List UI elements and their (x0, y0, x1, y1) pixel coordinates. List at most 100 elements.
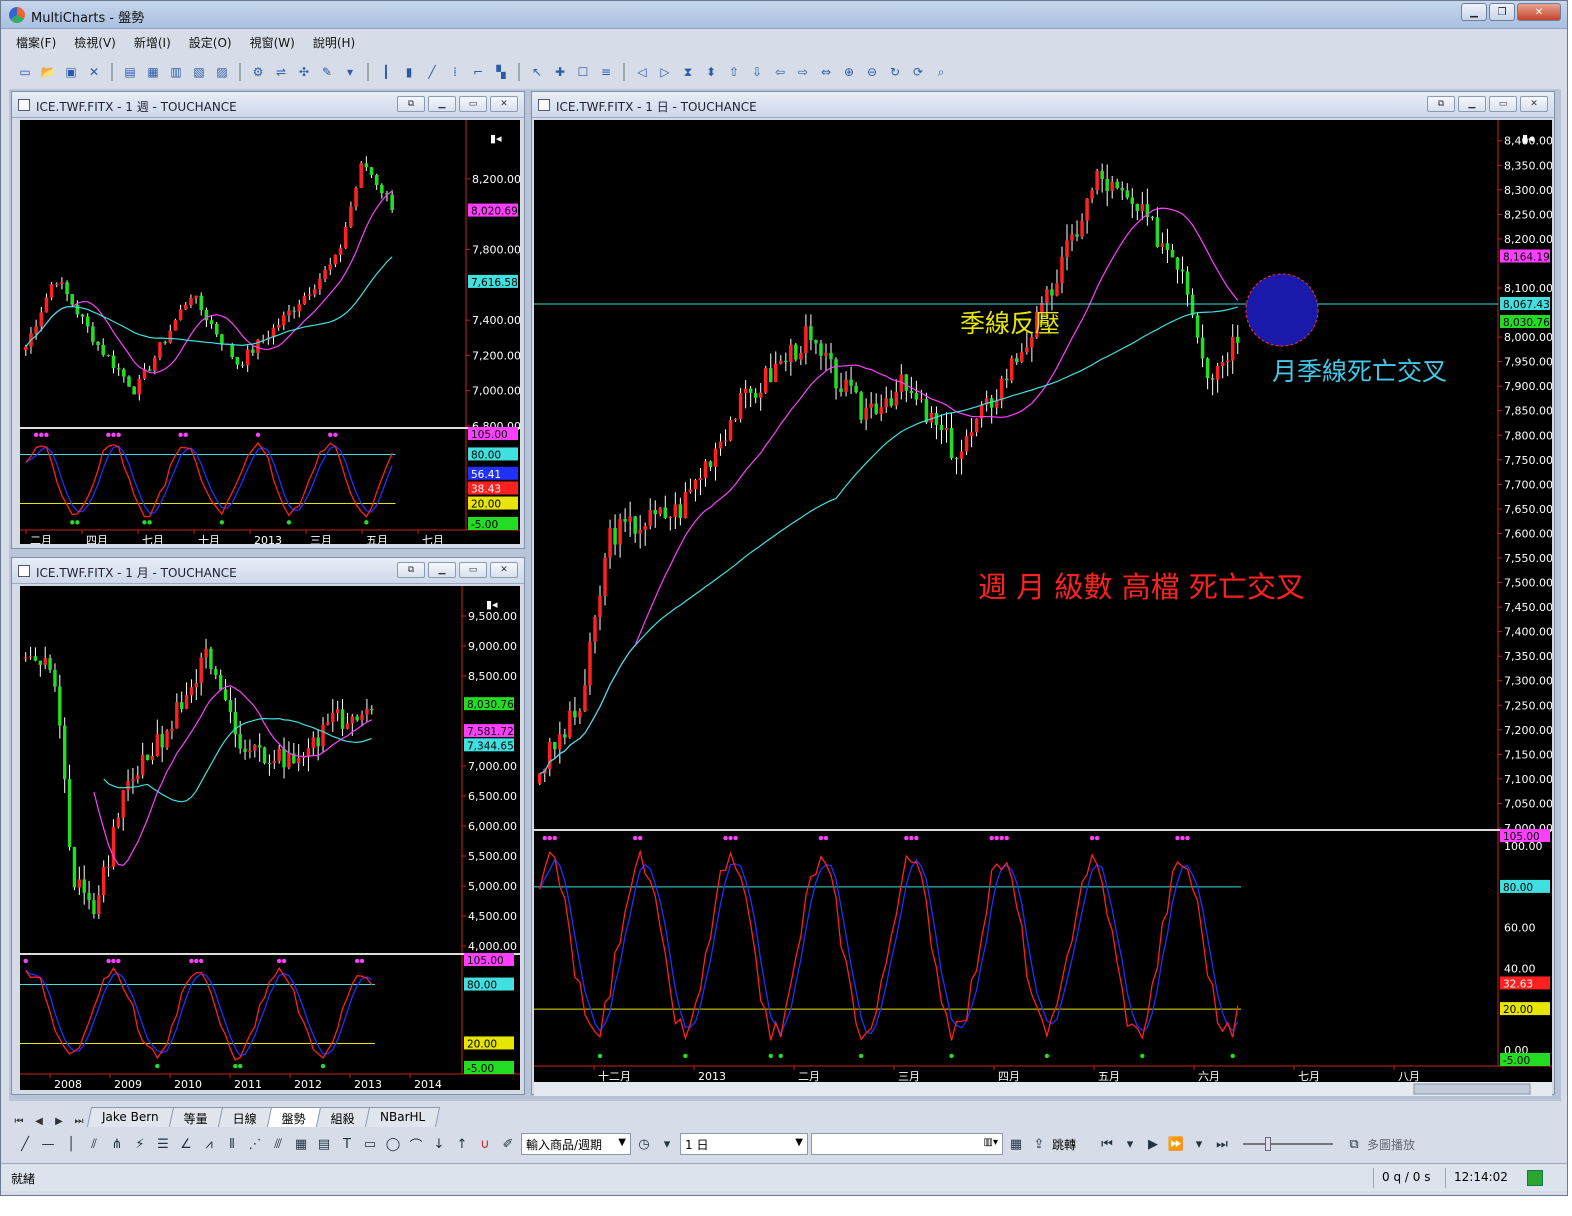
text-tool-icon[interactable]: T (337, 1133, 357, 1155)
table-icon[interactable]: ▤ (314, 1133, 334, 1155)
magnifier-icon[interactable]: ⌕ (931, 62, 951, 82)
fib-timezone-icon[interactable]: ⦀ (222, 1133, 242, 1155)
sheet-tab[interactable]: 組殺 (315, 1107, 370, 1127)
menu-settings[interactable]: 設定(O) (182, 32, 239, 54)
symbol-combo[interactable]: 輸入商品/週期 ▼ (521, 1133, 631, 1155)
menu-insert[interactable]: 新增(I) (127, 32, 178, 54)
interval-select[interactable]: 1 日 ▼ (680, 1133, 808, 1155)
daily-chart-window[interactable]: ICE.TWF.FITX - 1 日 - TOUCHANCE ⧉ ▁ ▭ ✕ 8… (531, 91, 1555, 1096)
regression-icon[interactable]: ⫻ (268, 1133, 288, 1155)
menu-view[interactable]: 檢視(V) (67, 32, 123, 54)
bar-spacing-icon[interactable]: ⇔ (816, 62, 836, 82)
step-forward-icon[interactable]: ⏩ (1166, 1133, 1186, 1155)
play-icon[interactable]: ▶ (1143, 1133, 1163, 1155)
renko-icon[interactable]: ▚ (491, 62, 511, 82)
save-icon[interactable]: ▣ (61, 62, 81, 82)
maximize-button[interactable]: ▭ (459, 96, 487, 112)
line-chart-icon[interactable]: ╱ (422, 62, 442, 82)
speed-lines-icon[interactable]: ⋰ (245, 1133, 265, 1155)
zoom-out-icon[interactable]: ⊖ (862, 62, 882, 82)
strategy-icon[interactable]: ✣ (294, 62, 314, 82)
horizontal-line-icon[interactable]: — (38, 1133, 58, 1155)
maximize-button[interactable]: ▭ (1489, 96, 1517, 112)
sheet-tab[interactable]: 日線 (217, 1107, 272, 1127)
date-input[interactable]: ▥▾ (811, 1133, 1003, 1155)
next-sheet-icon[interactable]: ▶ (49, 1116, 69, 1127)
fib-retracement-icon[interactable]: ☰ (153, 1133, 173, 1155)
slider-thumb[interactable] (1265, 1137, 1272, 1151)
close-button[interactable]: ✕ (490, 562, 518, 578)
up-arrow-icon[interactable]: ⇧ (724, 62, 744, 82)
daily-plot[interactable]: 8,400.00 8,350.00 8,300.00 8,250.00 8,200.00… (534, 120, 1552, 1096)
title-bar[interactable]: MultiCharts - 盤勢 ▁ ❐ ✕ (1, 1, 1567, 29)
order-icon[interactable]: ▧ (189, 62, 209, 82)
open-folder-icon[interactable]: 📂 (38, 62, 58, 82)
rewind-icon[interactable]: ⏮ (1097, 1133, 1117, 1155)
sheet-tab[interactable]: Jake Bern (86, 1107, 174, 1127)
refresh-icon[interactable]: ↻ (885, 62, 905, 82)
sheet-tab[interactable]: NBarHL (364, 1107, 440, 1127)
ellipse-tool-icon[interactable]: ◯ (383, 1133, 403, 1155)
chevron-down-icon[interactable]: ▾ (1120, 1133, 1140, 1155)
scanner-icon[interactable]: ▦ (143, 62, 163, 82)
first-sheet-icon[interactable]: ⏮ (9, 1116, 29, 1127)
monthly-plot[interactable]: 9,500.00 9,000.00 8,500.00 7,000.00 6,500.00… (20, 586, 520, 1090)
jump-button[interactable]: 跳轉 (1052, 1136, 1076, 1153)
signal-icon[interactable]: ⇌ (271, 62, 291, 82)
weekly-chart-svg[interactable]: 8,200.00 7,800.00 7,400.00 7,200.00 7,000.00… (20, 120, 520, 544)
sheet-tab[interactable]: 等量 (168, 1107, 223, 1127)
close-workspace-icon[interactable]: ✕ (84, 62, 104, 82)
chevron-down-icon[interactable]: ▾ (1189, 1133, 1209, 1155)
arc-tool-icon[interactable]: ⌒ (406, 1133, 426, 1155)
fib-extension-icon[interactable]: ⩘ (199, 1133, 219, 1155)
clock-icon[interactable]: ◷ (634, 1133, 654, 1155)
left-arrow-icon[interactable]: ⇦ (770, 62, 790, 82)
playback-icon[interactable]: ⟳ (908, 62, 928, 82)
menu-file[interactable]: 檔案(F) (9, 32, 63, 54)
channel-icon[interactable]: ⫽ (84, 1133, 104, 1155)
arrow-down-icon[interactable]: ↓ (429, 1133, 449, 1155)
close-button[interactable]: ✕ (1520, 96, 1548, 112)
multi-play-button[interactable]: 多圖播放 (1367, 1136, 1415, 1153)
chart-window-titlebar[interactable]: ICE.TWF.FITX - 1 日 - TOUCHANCE ⧉ ▁ ▭ ✕ (532, 92, 1554, 118)
end-icon[interactable]: ⏭ (1212, 1133, 1232, 1155)
arrow-up-icon[interactable]: ↑ (452, 1133, 472, 1155)
chevron-down-icon[interactable]: ▾ (657, 1133, 677, 1155)
trendline-icon[interactable]: ╱ (15, 1133, 35, 1155)
report-icon[interactable]: ▨ (212, 62, 232, 82)
speed-slider[interactable] (1243, 1136, 1334, 1152)
minimize-button[interactable]: ▁ (1461, 3, 1487, 21)
chart-window-titlebar[interactable]: ICE.TWF.FITX - 1 月 - TOUCHANCE ⧉ ▁ ▭ ✕ (12, 558, 524, 584)
minimize-button[interactable]: ▁ (1458, 96, 1486, 112)
chart-window-titlebar[interactable]: ICE.TWF.FITX - 1 週 - TOUCHANCE ⧉ ▁ ▭ ✕ (12, 92, 524, 118)
last-sheet-icon[interactable]: ⏭ (69, 1116, 89, 1127)
restore-icon[interactable]: ⧉ (397, 562, 425, 578)
status-line-icon[interactable]: ≡ (596, 62, 616, 82)
multi-play-icon[interactable]: ⧉ (1344, 1133, 1364, 1155)
zoom-in-icon[interactable]: ⊕ (839, 62, 859, 82)
right-arrow-icon[interactable]: ⇨ (793, 62, 813, 82)
crosshair-icon[interactable]: ✚ (550, 62, 570, 82)
weekly-chart-window[interactable]: ICE.TWF.FITX - 1 週 - TOUCHANCE ⧉ ▁ ▭ ✕ 8… (11, 91, 525, 549)
pointer-icon[interactable]: ↖ (527, 62, 547, 82)
down-arrow-icon[interactable]: ⇩ (747, 62, 767, 82)
pitchfork-icon[interactable]: ⋔ (107, 1133, 127, 1155)
monthly-chart-svg[interactable]: 9,500.00 9,000.00 8,500.00 7,000.00 6,500.00… (20, 586, 520, 1090)
prev-sheet-icon[interactable]: ◀ (29, 1116, 49, 1127)
rectangle-tool-icon[interactable]: ▭ (360, 1133, 380, 1155)
monthly-chart-window[interactable]: ICE.TWF.FITX - 1 月 - TOUCHANCE ⧉ ▁ ▭ ✕ 9… (11, 557, 525, 1095)
bar-chart-icon[interactable]: ┃ (376, 62, 396, 82)
menu-help[interactable]: 說明(H) (306, 32, 362, 54)
scroll-left-icon[interactable]: ◁ (632, 62, 652, 82)
restore-icon[interactable]: ⧉ (1427, 96, 1455, 112)
close-button[interactable]: ✕ (1517, 3, 1561, 21)
point-figure-icon[interactable]: ⁞ (445, 62, 465, 82)
zoom-range-icon[interactable]: ⬍ (701, 62, 721, 82)
dropdown-arrow-icon[interactable]: ▾ (340, 62, 360, 82)
new-window-icon[interactable]: ▭ (15, 62, 35, 82)
maximize-button[interactable]: ▭ (459, 562, 487, 578)
dom-icon[interactable]: ▥ (166, 62, 186, 82)
daily-chart-svg[interactable]: 8,400.008,350.008,300.008,250.008,200.00… (534, 120, 1552, 1096)
minimize-button[interactable]: ▁ (428, 96, 456, 112)
fib-fan-icon[interactable]: ∠ (176, 1133, 196, 1155)
